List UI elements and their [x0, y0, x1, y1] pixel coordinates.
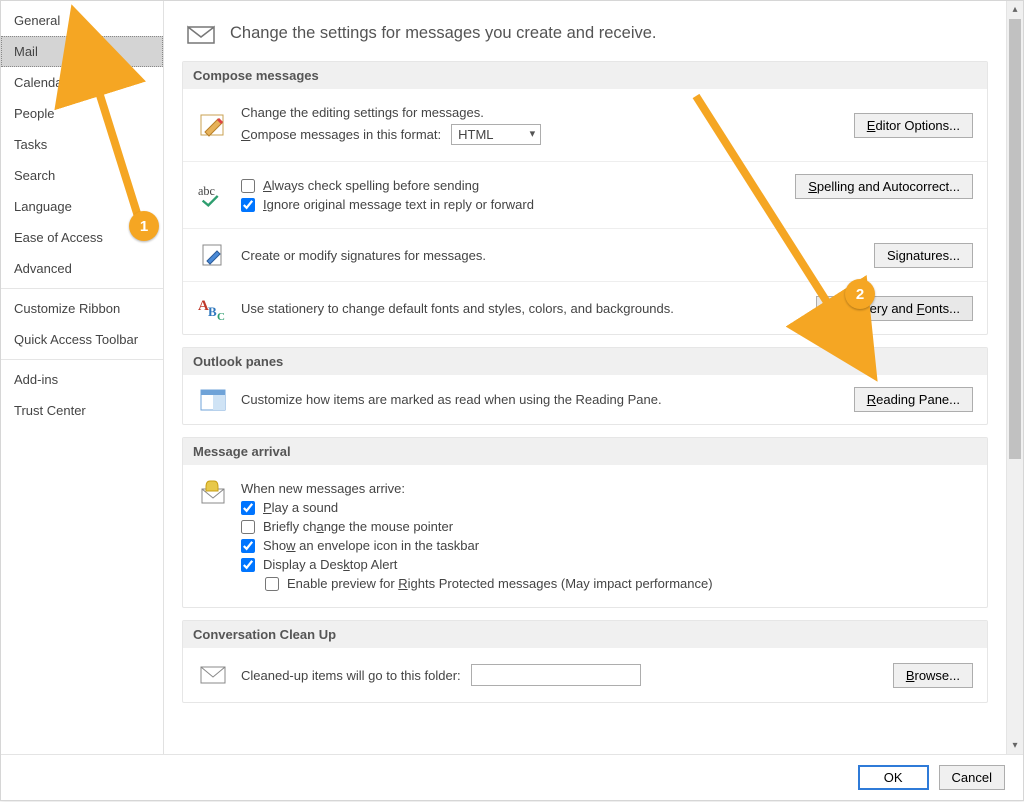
sidebar-item-label: Language	[14, 199, 72, 214]
sidebar-item-label: Ease of Access	[14, 230, 103, 245]
checkbox-label: Always check spelling before sending	[263, 178, 479, 193]
sidebar-item-calendar[interactable]: Calendar	[1, 67, 163, 98]
row-signatures: Create or modify signatures for messages…	[183, 228, 987, 281]
section-heading: Outlook panes	[183, 348, 987, 375]
cleanup-folder-input[interactable]	[471, 664, 641, 686]
stationery-abc-icon: ABC	[197, 294, 229, 322]
stationery-text: Use stationery to change default fonts a…	[241, 301, 674, 316]
sidebar-item-label: Mail	[14, 44, 38, 59]
page-header: Change the settings for messages you cre…	[182, 11, 988, 61]
sidebar-item-add-ins[interactable]: Add-ins	[1, 364, 163, 395]
sidebar-item-general[interactable]: General	[1, 5, 163, 36]
compose-editing-text: Change the editing settings for messages…	[241, 105, 484, 120]
editor-options-button[interactable]: Editor Options...	[854, 113, 973, 138]
checkbox-label: Display a Desktop Alert	[263, 557, 397, 572]
svg-text:B: B	[208, 304, 217, 319]
pencil-note-icon	[197, 110, 229, 140]
reading-pane-button[interactable]: Reading Pane...	[854, 387, 973, 412]
panes-text: Customize how items are marked as read w…	[241, 392, 662, 407]
section-panes: Outlook panes Customize how items are ma…	[182, 347, 988, 425]
sidebar-item-label: Add-ins	[14, 372, 58, 387]
compose-format-label: Compose messages in this format:	[241, 127, 441, 142]
sidebar-item-trust-center[interactable]: Trust Center	[1, 395, 163, 426]
sidebar-item-label: Search	[14, 168, 55, 183]
arrival-intro: When new messages arrive:	[241, 481, 405, 496]
stationery-fonts-button[interactable]: Stationery and Fonts...	[816, 296, 973, 321]
checkbox-label: Play a sound	[263, 500, 338, 515]
checkbox-label: Show an envelope icon in the taskbar	[263, 538, 479, 553]
desktop-alert-checkbox[interactable]: Display a Desktop Alert	[241, 557, 397, 572]
scroll-down-arrow-icon[interactable]: ▾	[1007, 737, 1023, 754]
sidebar-item-label: General	[14, 13, 60, 28]
section-cleanup: Conversation Clean Up Cleaned-up items w…	[182, 620, 988, 703]
signature-icon	[197, 241, 229, 269]
dialog-body: General Mail Calendar People Tasks Searc…	[1, 1, 1023, 754]
sidebar-item-label: Customize Ribbon	[14, 301, 120, 316]
always-spellcheck-checkbox[interactable]: Always check spelling before sending	[241, 178, 479, 193]
rights-preview-checkbox[interactable]: Enable preview for Rights Protected mess…	[265, 576, 713, 591]
envelope-icon-checkbox[interactable]: Show an envelope icon in the taskbar	[241, 538, 479, 553]
content-wrap: Change the settings for messages you cre…	[164, 1, 1023, 754]
cancel-button[interactable]: Cancel	[939, 765, 1005, 790]
sidebar-item-label: Quick Access Toolbar	[14, 332, 138, 347]
cleanup-text: Cleaned-up items will go to this folder:	[241, 668, 461, 683]
abc-check-icon: abc	[197, 181, 229, 209]
scroll-up-arrow-icon[interactable]: ▴	[1007, 1, 1023, 18]
envelope-icon	[186, 21, 216, 45]
browse-button[interactable]: Browse...	[893, 663, 973, 688]
play-sound-checkbox[interactable]: Play a sound	[241, 500, 338, 515]
mouse-pointer-checkbox[interactable]: Briefly change the mouse pointer	[241, 519, 453, 534]
sidebar: General Mail Calendar People Tasks Searc…	[1, 1, 164, 754]
reading-pane-icon	[197, 388, 229, 412]
sidebar-item-label: Trust Center	[14, 403, 86, 418]
annotation-badge-1: 1	[129, 211, 159, 241]
sidebar-item-advanced[interactable]: Advanced	[1, 253, 163, 284]
vertical-scrollbar[interactable]: ▴ ▾	[1006, 1, 1023, 754]
sidebar-separator	[1, 288, 163, 289]
scroll-thumb[interactable]	[1009, 19, 1021, 459]
sidebar-item-people[interactable]: People	[1, 98, 163, 129]
signatures-button[interactable]: Signatures...	[874, 243, 973, 268]
checkbox-label: Enable preview for Rights Protected mess…	[287, 576, 713, 591]
page-title: Change the settings for messages you cre…	[230, 24, 657, 43]
row-editor: Change the editing settings for messages…	[183, 89, 987, 161]
checkbox-label: Ignore original message text in reply or…	[263, 197, 534, 212]
options-dialog: General Mail Calendar People Tasks Searc…	[0, 0, 1024, 801]
svg-text:C: C	[217, 311, 225, 322]
dialog-footer: OK Cancel	[1, 754, 1023, 800]
sidebar-item-label: Calendar	[14, 75, 67, 90]
sidebar-item-tasks[interactable]: Tasks	[1, 129, 163, 160]
compose-format-value: HTML	[458, 127, 493, 142]
envelope-cleanup-icon	[197, 665, 229, 685]
ignore-original-checkbox[interactable]: Ignore original message text in reply or…	[241, 197, 534, 212]
sidebar-item-quick-access-toolbar[interactable]: Quick Access Toolbar	[1, 324, 163, 355]
section-heading: Message arrival	[183, 438, 987, 465]
bell-envelope-icon	[197, 477, 229, 507]
row-reading-pane: Customize how items are marked as read w…	[183, 375, 987, 424]
sidebar-item-mail[interactable]: Mail	[1, 36, 163, 67]
compose-format-select[interactable]: HTML	[451, 124, 541, 145]
section-arrival: Message arrival When new messages arrive…	[182, 437, 988, 608]
annotation-badge-2: 2	[845, 279, 875, 309]
section-heading: Compose messages	[183, 62, 987, 89]
section-heading: Conversation Clean Up	[183, 621, 987, 648]
row-cleanup: Cleaned-up items will go to this folder:…	[183, 648, 987, 702]
spelling-autocorrect-button[interactable]: Spelling and Autocorrect...	[795, 174, 973, 199]
svg-text:abc: abc	[198, 184, 216, 198]
ok-button[interactable]: OK	[858, 765, 929, 790]
content: Change the settings for messages you cre…	[164, 1, 1006, 754]
sidebar-separator	[1, 359, 163, 360]
checkbox-label: Briefly change the mouse pointer	[263, 519, 453, 534]
sidebar-item-label: Advanced	[14, 261, 72, 276]
sidebar-item-label: Tasks	[14, 137, 47, 152]
row-arrival: When new messages arrive: Play a sound B…	[183, 465, 987, 607]
row-spelling: abc Always check spelling before sending…	[183, 161, 987, 228]
sidebar-item-label: People	[14, 106, 54, 121]
sidebar-item-search[interactable]: Search	[1, 160, 163, 191]
signatures-text: Create or modify signatures for messages…	[241, 248, 486, 263]
sidebar-item-customize-ribbon[interactable]: Customize Ribbon	[1, 293, 163, 324]
